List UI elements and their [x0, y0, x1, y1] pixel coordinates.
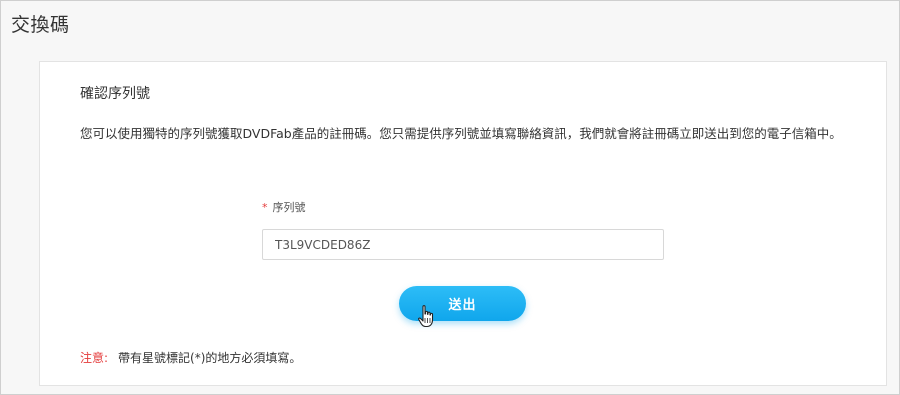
- description-text: 您可以使用獨特的序列號獲取DVDFab產品的註冊碼。您只需提供序列號並填寫聯絡資…: [80, 126, 842, 141]
- required-note: 注意: 帶有星號標記(*)的地方必須填寫。: [80, 349, 301, 366]
- serial-label-text: 序列號: [272, 201, 306, 214]
- redeem-card: 確認序列號 您可以使用獨特的序列號獲取DVDFab產品的註冊碼。您只需提供序列號…: [39, 61, 887, 386]
- submit-button[interactable]: 送出: [399, 286, 526, 321]
- section-title: 確認序列號: [80, 86, 150, 102]
- required-asterisk: *: [262, 201, 268, 214]
- page-title: 交換碼: [11, 14, 70, 36]
- note-text: 帶有星號標記(*)的地方必須填寫。: [118, 351, 302, 365]
- serial-field-label: * 序列號: [262, 199, 306, 215]
- serial-number-input[interactable]: [262, 229, 664, 260]
- window-frame: 交換碼 確認序列號 您可以使用獨特的序列號獲取DVDFab產品的註冊碼。您只需提…: [0, 0, 900, 395]
- note-label: 注意:: [80, 351, 109, 365]
